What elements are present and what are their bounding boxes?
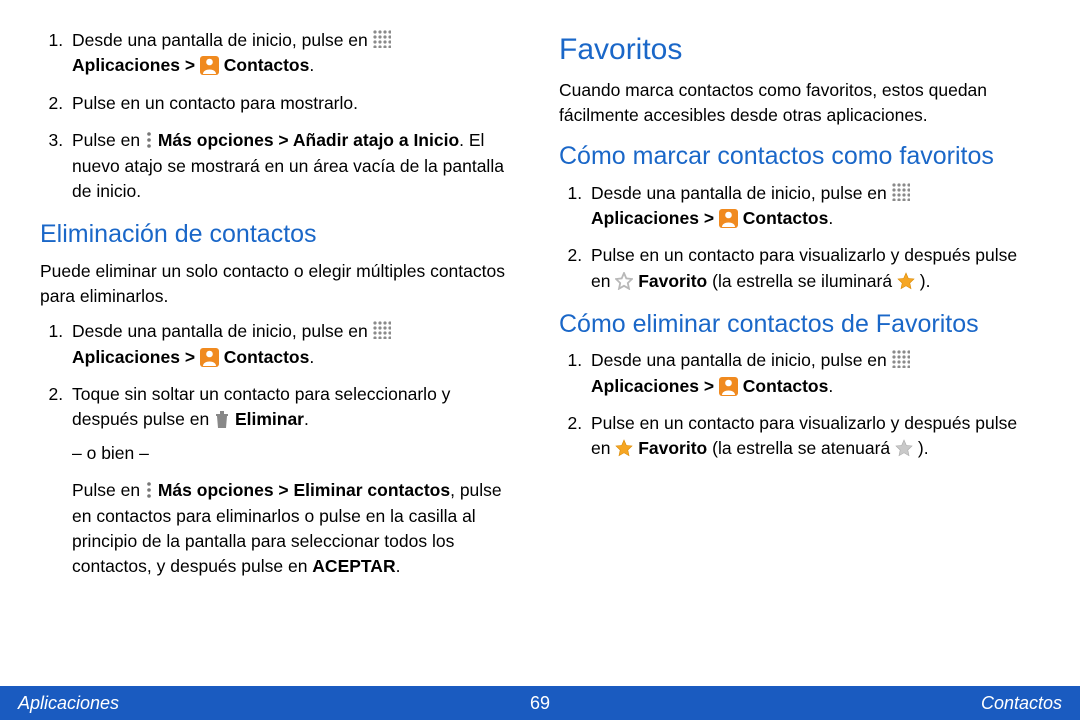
remove-favorite-steps: Desde una pantalla de inicio, pulse en A… xyxy=(559,348,1040,462)
text-bold: Aplicaciones > xyxy=(591,376,719,396)
text-bold: ACEPTAR xyxy=(312,556,395,576)
text-bold: Contactos xyxy=(224,55,310,75)
text: Desde una pantalla de inicio, pulse en xyxy=(72,321,373,341)
apps-grid-icon xyxy=(373,321,391,339)
delete-steps-list: Desde una pantalla de inicio, pulse en A… xyxy=(40,319,521,579)
footer-right: Contactos xyxy=(981,693,1062,714)
footer-bar: Aplicaciones 69 Contactos xyxy=(0,686,1080,720)
footer-page-number: 69 xyxy=(530,693,550,714)
text-bold: Eliminar xyxy=(235,409,304,429)
text: . xyxy=(304,409,309,429)
text: Desde una pantalla de inicio, pulse en xyxy=(72,30,373,50)
trash-icon xyxy=(214,410,230,428)
paragraph: Puede eliminar un solo contacto o elegir… xyxy=(40,259,521,310)
list-item: Desde una pantalla de inicio, pulse en A… xyxy=(587,348,1040,399)
text: . xyxy=(396,556,401,576)
text: Pulse en xyxy=(72,480,145,500)
text: ). xyxy=(918,438,929,458)
text: Pulse en un contacto para mostrarlo. xyxy=(72,93,358,113)
more-options-icon xyxy=(145,131,153,149)
list-item: Desde una pantalla de inicio, pulse en A… xyxy=(587,181,1040,232)
section-heading: Cómo eliminar contactos de Favoritos xyxy=(559,306,1040,342)
text: . xyxy=(828,376,833,396)
text: Pulse en xyxy=(72,130,145,150)
text-bold: Favorito xyxy=(638,271,707,291)
list-item: Pulse en Más opciones > Añadir atajo a I… xyxy=(68,128,521,204)
apps-grid-icon xyxy=(892,350,910,368)
list-item: Pulse en un contacto para visualizarlo y… xyxy=(587,243,1040,294)
section-heading: Eliminación de contactos xyxy=(40,216,521,252)
star-outline-icon xyxy=(615,272,633,290)
page-heading: Favoritos xyxy=(559,28,1040,72)
list-item: Desde una pantalla de inicio, pulse en A… xyxy=(68,319,521,370)
star-dim-icon xyxy=(895,439,913,457)
contacts-icon xyxy=(719,377,738,396)
text-bold: Más opciones > Eliminar contactos xyxy=(158,480,450,500)
mark-favorite-steps: Desde una pantalla de inicio, pulse en A… xyxy=(559,181,1040,295)
text-bold: Más opciones > Añadir atajo a Inicio xyxy=(158,130,459,150)
paragraph: Cuando marca contactos como favoritos, e… xyxy=(559,78,1040,129)
text: Desde una pantalla de inicio, pulse en xyxy=(591,350,892,370)
text-bold: Contactos xyxy=(224,347,310,367)
apps-grid-icon xyxy=(373,30,391,48)
text: Desde una pantalla de inicio, pulse en xyxy=(591,183,892,203)
section-heading: Cómo marcar contactos como favoritos xyxy=(559,138,1040,174)
list-item: Pulse en un contacto para mostrarlo. xyxy=(68,91,521,116)
star-filled-icon xyxy=(897,272,915,290)
text: . xyxy=(309,55,314,75)
text-bold: Contactos xyxy=(743,208,829,228)
text: (la estrella se atenuará xyxy=(712,438,895,458)
footer-left: Aplicaciones xyxy=(18,693,119,714)
text-bold: Contactos xyxy=(743,376,829,396)
text: . xyxy=(309,347,314,367)
star-filled-icon xyxy=(615,439,633,457)
list-item: Desde una pantalla de inicio, pulse en A… xyxy=(68,28,521,79)
more-options-icon xyxy=(145,481,153,499)
list-item: Pulse en un contacto para visualizarlo y… xyxy=(587,411,1040,462)
shortcut-steps-list: Desde una pantalla de inicio, pulse en A… xyxy=(40,28,521,204)
contacts-icon xyxy=(200,56,219,75)
text-bold: Aplicaciones > xyxy=(591,208,719,228)
text: . xyxy=(828,208,833,228)
list-item: Toque sin soltar un contacto para selecc… xyxy=(68,382,521,580)
or-separator: – o bien – xyxy=(72,441,521,466)
right-column: Favoritos Cuando marca contactos como fa… xyxy=(559,28,1040,676)
text-bold: Aplicaciones > xyxy=(72,55,200,75)
text: ). xyxy=(920,271,931,291)
text-bold: Aplicaciones > xyxy=(72,347,200,367)
page: Desde una pantalla de inicio, pulse en A… xyxy=(0,0,1080,720)
text: (la estrella se iluminará xyxy=(712,271,897,291)
contacts-icon xyxy=(719,209,738,228)
contacts-icon xyxy=(200,348,219,367)
left-column: Desde una pantalla de inicio, pulse en A… xyxy=(40,28,521,676)
two-column-layout: Desde una pantalla de inicio, pulse en A… xyxy=(0,0,1080,686)
apps-grid-icon xyxy=(892,183,910,201)
text-bold: Favorito xyxy=(638,438,707,458)
